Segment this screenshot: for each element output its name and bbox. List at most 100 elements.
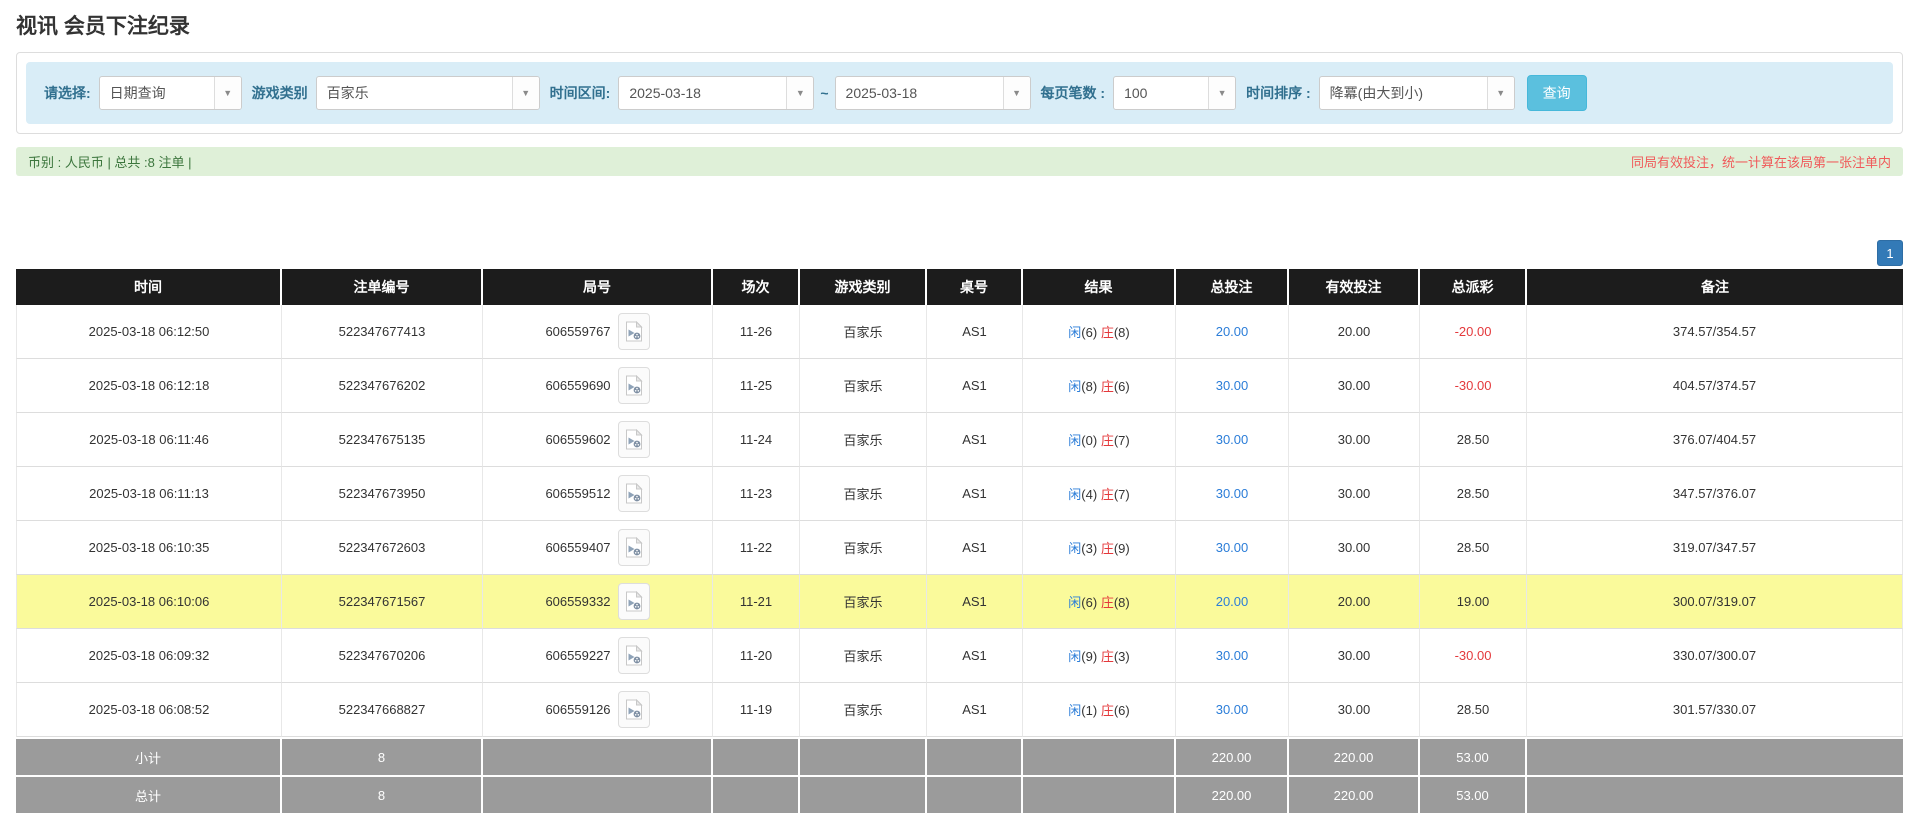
cell-table: AS1 (927, 413, 1023, 467)
film-icon (625, 483, 643, 504)
search-button[interactable]: 查询 (1526, 75, 1587, 111)
total-bet-link[interactable]: 30.00 (1216, 648, 1249, 663)
table-row: 2025-03-18 06:09:32 522347670206 6065592… (16, 629, 1903, 683)
cell-remark: 376.07/404.57 (1527, 413, 1903, 467)
banker-result: 庄 (1100, 541, 1114, 556)
cell-time: 2025-03-18 06:09:32 (16, 629, 282, 683)
cell-total-bet: 20.00 (1176, 305, 1289, 359)
cell-bet-id: 522347671567 (282, 575, 483, 629)
video-replay-button[interactable] (617, 637, 650, 674)
table-row: 2025-03-18 06:11:46 522347675135 6065596… (16, 413, 1903, 467)
cell-game-type: 百家乐 (800, 683, 927, 737)
cell-remark: 301.57/330.07 (1527, 683, 1903, 737)
subtotal-count: 8 (282, 737, 483, 775)
time-range-label: 时间区间: (549, 85, 611, 101)
total-bet-link[interactable]: 20.00 (1216, 594, 1249, 609)
cell-valid-bet: 30.00 (1289, 413, 1420, 467)
subtotal-label: 小计 (16, 737, 282, 775)
cell-payout: -30.00 (1420, 359, 1527, 413)
cell-remark: 330.07/300.07 (1527, 629, 1903, 683)
header-valid-bet: 有效投注 (1289, 269, 1420, 305)
video-replay-button[interactable] (617, 529, 650, 566)
cell-session: 11-23 (713, 467, 800, 521)
page-size-select[interactable]: 100 ▼ (1113, 76, 1237, 110)
film-icon (625, 429, 643, 450)
cell-result: 闲(6) 庄(8) (1023, 575, 1176, 629)
cell-total-bet: 20.00 (1176, 575, 1289, 629)
cell-time: 2025-03-18 06:08:52 (16, 683, 282, 737)
header-payout: 总派彩 (1420, 269, 1527, 305)
round-number: 606559602 (545, 432, 611, 447)
date-to-picker[interactable]: 2025-03-18 ▼ (834, 76, 1031, 110)
query-type-select[interactable]: 日期查询 ▼ (98, 76, 242, 110)
cell-time: 2025-03-18 06:11:13 (16, 467, 282, 521)
cell-game-type: 百家乐 (800, 629, 927, 683)
page-size-label: 每页笔数 : (1040, 85, 1106, 101)
cell-time: 2025-03-18 06:11:46 (16, 413, 282, 467)
total-bet-link[interactable]: 30.00 (1216, 432, 1249, 447)
cell-game-type: 百家乐 (800, 467, 927, 521)
cell-game-type: 百家乐 (800, 413, 927, 467)
cell-remark: 300.07/319.07 (1527, 575, 1903, 629)
header-time: 时间 (16, 269, 282, 305)
date-from-picker[interactable]: 2025-03-18 ▼ (618, 76, 815, 110)
cell-valid-bet: 30.00 (1289, 359, 1420, 413)
cell-valid-bet: 20.00 (1289, 305, 1420, 359)
header-total-bet: 总投注 (1176, 269, 1289, 305)
cell-bet-id: 522347670206 (282, 629, 483, 683)
film-icon (625, 321, 643, 342)
banker-score: (9) (1113, 541, 1130, 556)
cell-round: 606559602 (483, 413, 713, 467)
payout-value: 28.50 (1456, 702, 1490, 717)
filter-bar: 请选择: 日期查询 ▼ 游戏类别 百家乐 ▼ 时间区间: 2025-03-18 … (26, 62, 1893, 124)
cell-payout: 28.50 (1420, 413, 1527, 467)
betting-records-table: 时间 注单编号 局号 场次 游戏类别 桌号 结果 总投注 有效投注 总派彩 备注… (16, 269, 1903, 813)
query-type-value: 日期查询 (109, 85, 166, 101)
time-sort-select[interactable]: 降冪(由大到小) ▼ (1318, 76, 1515, 110)
total-bet-link[interactable]: 30.00 (1216, 486, 1249, 501)
video-replay-button[interactable] (617, 367, 650, 404)
page-title: 视讯 会员下注纪录 (16, 15, 190, 38)
time-sort-label: 时间排序 : (1246, 85, 1311, 101)
chevron-down-icon: ▼ (786, 77, 814, 109)
chevron-down-icon: ▼ (511, 77, 539, 109)
page-1-button[interactable]: 1 (1877, 240, 1903, 266)
player-score: (4) (1081, 487, 1098, 502)
cell-bet-id: 522347677413 (282, 305, 483, 359)
player-score: (8) (1081, 379, 1098, 394)
table-row: 2025-03-18 06:12:18 522347676202 6065596… (16, 359, 1903, 413)
video-replay-button[interactable] (617, 475, 650, 512)
total-bet-link[interactable]: 30.00 (1216, 378, 1249, 393)
cell-total-bet: 30.00 (1176, 683, 1289, 737)
banker-result: 庄 (1100, 703, 1114, 718)
total-bet-link[interactable]: 30.00 (1216, 540, 1249, 555)
video-replay-button[interactable] (617, 421, 650, 458)
cell-result: 闲(8) 庄(6) (1023, 359, 1176, 413)
payout-value: -30.00 (1454, 648, 1492, 663)
game-type-select[interactable]: 百家乐 ▼ (315, 76, 540, 110)
banker-score: (7) (1113, 433, 1130, 448)
cell-session: 11-19 (713, 683, 800, 737)
cell-session: 11-20 (713, 629, 800, 683)
cell-result: 闲(9) 庄(3) (1023, 629, 1176, 683)
player-score: (3) (1081, 541, 1098, 556)
video-replay-button[interactable] (617, 583, 650, 620)
total-bet-link[interactable]: 20.00 (1216, 324, 1249, 339)
cell-table: AS1 (927, 467, 1023, 521)
total-bet-link[interactable]: 30.00 (1216, 702, 1249, 717)
player-result: 闲 (1068, 703, 1082, 718)
cell-valid-bet: 30.00 (1289, 629, 1420, 683)
cell-bet-id: 522347676202 (282, 359, 483, 413)
table-row: 2025-03-18 06:08:52 522347668827 6065591… (16, 683, 1903, 737)
banker-result: 庄 (1100, 487, 1114, 502)
video-replay-button[interactable] (617, 313, 650, 350)
table-row: 2025-03-18 06:11:13 522347673950 6065595… (16, 467, 1903, 521)
cell-round: 606559407 (483, 521, 713, 575)
banker-score: (7) (1113, 487, 1130, 502)
cell-round: 606559512 (483, 467, 713, 521)
video-replay-button[interactable] (617, 691, 650, 728)
currency-summary-text: 币别 : 人民币 | 总共 :8 注单 | (28, 155, 192, 170)
player-result: 闲 (1068, 649, 1082, 664)
cell-time: 2025-03-18 06:12:18 (16, 359, 282, 413)
cell-game-type: 百家乐 (800, 305, 927, 359)
